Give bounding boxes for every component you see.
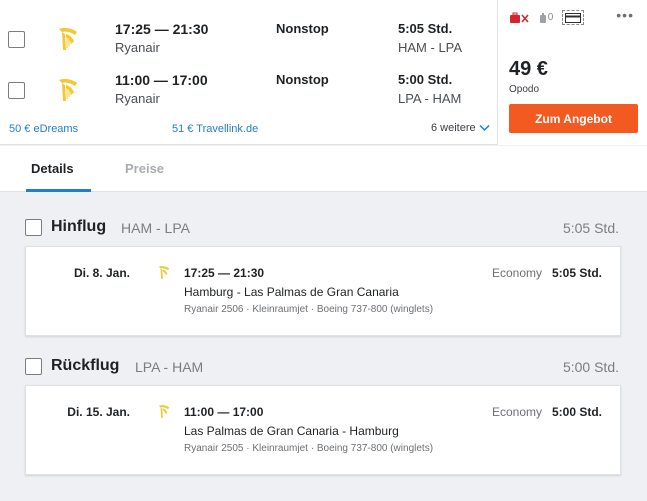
return-leg-checkbox[interactable]: [8, 82, 25, 99]
leg-route: HAM - LPA: [398, 40, 463, 55]
checked-bag-excluded-icon[interactable]: [508, 10, 530, 25]
section-title: Hinflug: [51, 218, 107, 235]
leg-duration: 5:00 Std.: [398, 72, 453, 87]
tab-prices[interactable]: Preise: [125, 161, 164, 176]
tab-details[interactable]: Details: [31, 161, 74, 176]
leg-stops: Nonstop: [276, 72, 329, 87]
section-duration: 5:05 Std.: [562, 220, 619, 236]
view-deal-button[interactable]: Zum Angebot: [509, 104, 638, 133]
outbound-leg-checkbox[interactable]: [8, 31, 25, 48]
leg-airline: Ryanair: [115, 91, 160, 106]
leg-times: 17:25 — 21:30: [115, 21, 209, 37]
section-duration: 5:00 Std.: [562, 359, 619, 375]
ryanair-harp-icon: [59, 28, 77, 50]
section-route: HAM - LPA: [121, 220, 190, 236]
segment-duration: 5:05 Std.: [551, 266, 602, 280]
segment-times: 11:00 — 17:00: [184, 405, 264, 419]
return-section-checkbox[interactable]: [25, 358, 42, 375]
price-box: 0 ••• 49 € Opodo Zum Angebot: [497, 0, 647, 145]
outbound-segment-card: Di. 8. Jan. 17:25 — 21:30 Hamburg - Las …: [25, 246, 621, 336]
outbound-section-checkbox[interactable]: [25, 219, 42, 236]
ryanair-harp-icon: [59, 79, 77, 101]
provider-link-edreams[interactable]: 50 € eDreams: [9, 123, 78, 135]
segment-duration: 5:00 Std.: [551, 405, 602, 419]
return-segment-card: Di. 15. Jan. 11:00 — 17:00 Las Palmas de…: [25, 385, 621, 475]
segment-times: 17:25 — 21:30: [184, 266, 265, 280]
leg-airline: Ryanair: [115, 40, 160, 55]
segment-route: Hamburg - Las Palmas de Gran Canaria: [184, 285, 399, 299]
segment-date: Di. 15. Jan.: [67, 405, 130, 419]
leg-times: 11:00 — 17:00: [115, 72, 208, 88]
ryanair-harp-icon: [158, 266, 170, 279]
detail-tabs: Details Preise: [0, 146, 647, 192]
segment-cabin-class: Economy: [491, 266, 542, 280]
fare-feature-icons: 0: [508, 10, 584, 25]
segment-date: Di. 8. Jan.: [73, 266, 130, 280]
ryanair-harp-icon: [158, 405, 170, 418]
active-tab-indicator: [26, 189, 91, 192]
outbound-section-header: Hinflug HAM - LPA 5:05 Std.: [25, 217, 622, 241]
segment-flight-info: Ryanair 2505 · Kleinraumjet · Boeing 737…: [184, 443, 434, 454]
payment-card-icon[interactable]: [562, 10, 584, 25]
segment-cabin-class: Economy: [491, 405, 542, 419]
segment-flight-info: Ryanair 2506 · Kleinraumjet · Boeing 737…: [184, 304, 434, 315]
leg-duration: 5:05 Std.: [398, 21, 453, 36]
vendor-name: Opodo: [509, 84, 540, 95]
carry-on-bag-icon[interactable]: 0: [535, 10, 557, 25]
flight-result-card: 17:25 — 21:30 Ryanair Nonstop 5:05 Std. …: [0, 0, 647, 145]
return-leg-row[interactable]: 11:00 — 17:00 Ryanair Nonstop 5:00 Std. …: [0, 69, 497, 109]
leg-route: LPA - HAM: [398, 91, 462, 106]
segment-route: Las Palmas de Gran Canaria - Hamburg: [184, 424, 399, 438]
more-providers-toggle[interactable]: 6 weitere: [431, 122, 490, 134]
leg-stops: Nonstop: [276, 21, 329, 36]
carry-on-bag-count: 0: [547, 12, 554, 23]
return-section-header: Rückflug LPA - HAM 5:00 Std.: [25, 356, 622, 380]
more-providers-label: 6 weitere: [431, 122, 476, 134]
price: 49 €: [509, 58, 548, 80]
chevron-down-icon: [479, 124, 490, 132]
section-route: LPA - HAM: [135, 359, 204, 375]
provider-link-travellink[interactable]: 51 € Travellink.de: [172, 123, 258, 135]
outbound-leg-row[interactable]: 17:25 — 21:30 Ryanair Nonstop 5:05 Std. …: [0, 18, 497, 58]
more-options-icon[interactable]: •••: [616, 7, 634, 23]
section-title: Rückflug: [51, 357, 120, 374]
